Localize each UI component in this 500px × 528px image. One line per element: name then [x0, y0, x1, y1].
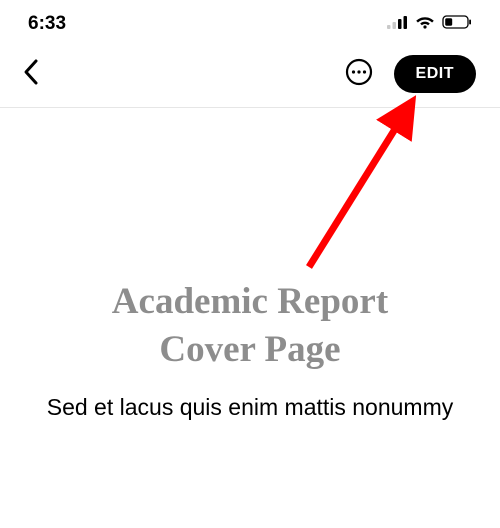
status-time: 6:33: [28, 13, 66, 35]
document-title-line2: Cover Page: [159, 329, 340, 370]
more-icon: [344, 57, 374, 90]
more-button[interactable]: [342, 55, 376, 92]
edit-button[interactable]: EDIT: [394, 55, 476, 93]
status-icons: [387, 15, 472, 34]
nav-bar: EDIT: [0, 42, 500, 108]
wifi-icon: [415, 15, 435, 34]
document-subtitle: Sed et lacus quis enim mattis nonummy: [0, 392, 500, 423]
document-content: Academic Report Cover Page Sed et lacus …: [0, 108, 500, 423]
status-bar: 6:33: [0, 0, 500, 42]
cellular-icon: [387, 15, 408, 34]
back-button[interactable]: [18, 54, 44, 93]
battery-icon: [442, 15, 472, 34]
document-title-line1: Academic Report: [112, 281, 388, 322]
nav-right: EDIT: [342, 55, 476, 93]
chevron-left-icon: [22, 74, 40, 89]
nav-left: [18, 54, 44, 93]
document-title: Academic Report Cover Page: [0, 278, 500, 374]
